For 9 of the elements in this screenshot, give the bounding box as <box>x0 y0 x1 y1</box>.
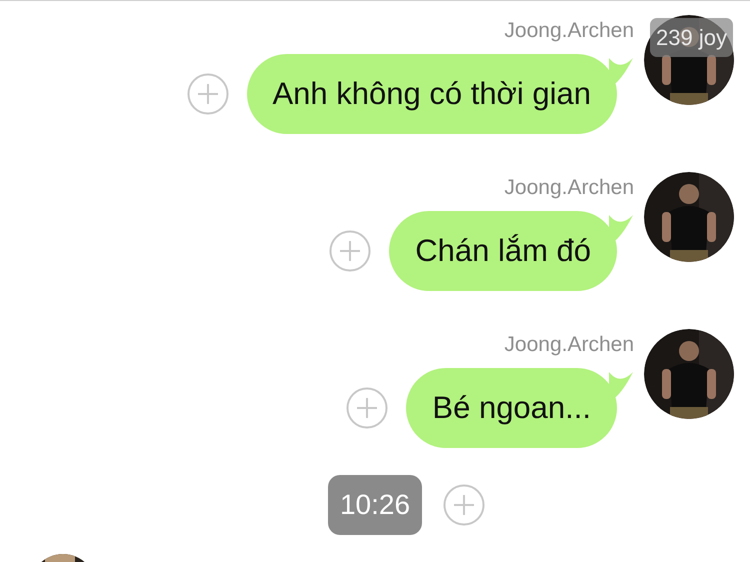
sender-name: Joong.Archen <box>504 332 634 358</box>
add-reaction-icon[interactable] <box>329 230 372 272</box>
add-reaction-icon[interactable] <box>346 387 388 429</box>
add-reaction-icon[interactable] <box>443 484 486 526</box>
sender-name: Joong.Archen <box>504 18 634 44</box>
timestamp: 10:26 <box>328 475 422 535</box>
add-reaction-icon[interactable] <box>186 73 228 115</box>
sender-name: Joong.Archen <box>504 175 634 201</box>
viewer-count-badge: 239 joy <box>650 18 733 57</box>
